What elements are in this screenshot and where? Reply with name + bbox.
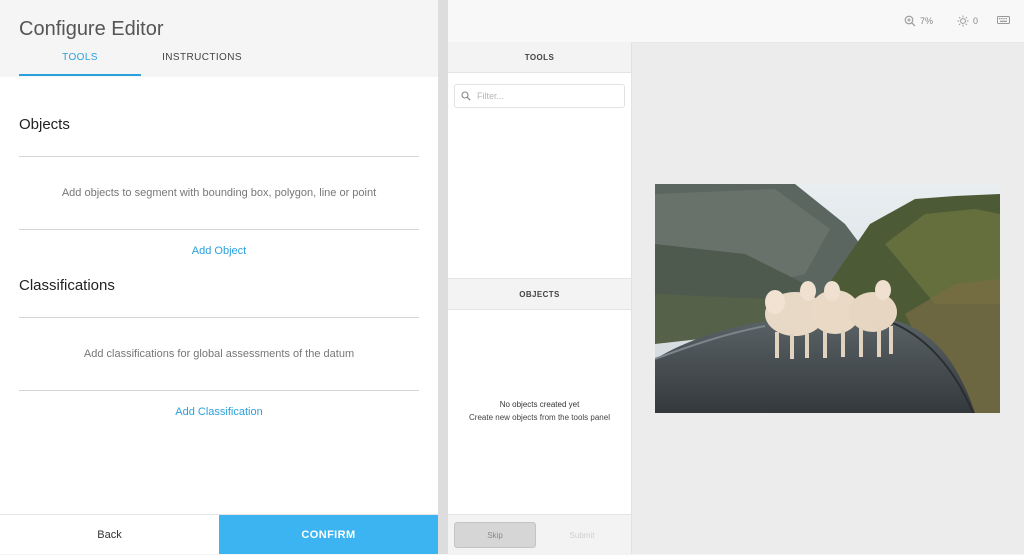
objects-section-title: Objects: [19, 116, 70, 133]
empty-state-title: No objects created yet: [499, 400, 580, 409]
brightness-value: 0: [973, 16, 979, 26]
classifications-section-title: Classifications: [19, 277, 115, 294]
tab-tools[interactable]: TOOLS: [19, 52, 141, 63]
zoom-value: 7%: [920, 16, 934, 26]
brightness-control[interactable]: 0: [957, 15, 978, 27]
tools-panel-header: TOOLS: [448, 42, 631, 73]
editor-sidebar: TOOLS OBJECTS No objects created yet Cre…: [448, 42, 632, 555]
page-title: Configure Editor: [19, 18, 164, 40]
classifications-description: Add classifications for global assessmen…: [83, 348, 355, 360]
keyboard-icon: [997, 15, 1010, 25]
sheep-on-road-image: [655, 184, 1000, 413]
keyboard-shortcuts-button[interactable]: [997, 15, 1010, 25]
image-canvas[interactable]: [632, 43, 1024, 554]
brightness-icon: [957, 15, 969, 27]
filter-field[interactable]: [454, 84, 625, 108]
tab-instructions[interactable]: INSTRUCTIONS: [141, 52, 263, 63]
search-icon: [461, 91, 471, 101]
submit-button[interactable]: Submit: [540, 522, 624, 548]
divider: [19, 156, 419, 157]
empty-state-subtitle: Create new objects from the tools panel: [469, 413, 610, 422]
config-header: Configure Editor TOOLS INSTRUCTIONS: [0, 0, 438, 77]
labeling-editor: 7% 0 TOOLS OBJECTS No objects created ye…: [448, 0, 1024, 555]
objects-description: Add objects to segment with bounding box…: [61, 187, 377, 199]
add-classification-link[interactable]: Add Classification: [19, 406, 419, 418]
panel-splitter[interactable]: [438, 0, 448, 554]
configure-editor-panel: Configure Editor TOOLS INSTRUCTIONS Obje…: [0, 0, 438, 554]
zoom-in-icon: [904, 15, 916, 27]
divider: [19, 317, 419, 318]
divider: [19, 229, 419, 230]
divider: [19, 390, 419, 391]
confirm-button[interactable]: CONFIRM: [219, 515, 438, 554]
add-object-link[interactable]: Add Object: [19, 245, 419, 257]
skip-button[interactable]: Skip: [454, 522, 536, 548]
filter-input[interactable]: [475, 90, 619, 102]
editor-toolbar: 7% 0: [448, 0, 1024, 43]
active-tab-indicator: [19, 74, 141, 76]
zoom-control[interactable]: 7%: [904, 15, 933, 27]
editor-footer: Skip Submit: [448, 514, 631, 555]
back-button[interactable]: Back: [0, 515, 219, 554]
objects-panel-header: OBJECTS: [448, 278, 631, 310]
